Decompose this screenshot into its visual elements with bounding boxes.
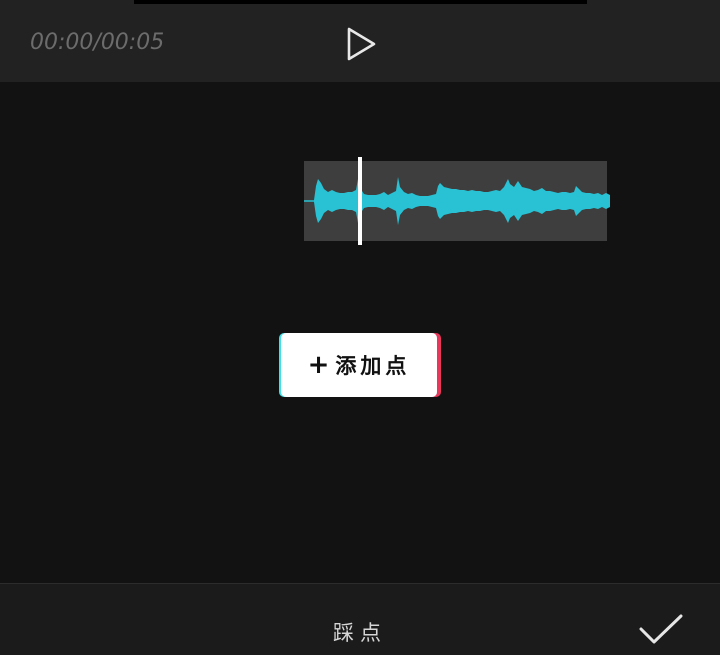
play-icon — [347, 27, 376, 61]
player-bar: 00:00/00:05 — [0, 0, 720, 82]
playhead[interactable] — [358, 157, 362, 245]
beat-editor-screen: 00:00/00:05 + 添加点 踩点 — [0, 0, 720, 655]
audio-waveform — [304, 177, 610, 225]
confirm-button[interactable] — [638, 612, 684, 648]
time-display: 00:00/00:05 — [30, 30, 165, 55]
panel-title: 踩点 — [333, 621, 387, 645]
play-button[interactable] — [340, 24, 382, 64]
add-point-label: 添加点 — [335, 354, 411, 378]
checkmark-icon — [639, 614, 683, 644]
video-preview-edge — [134, 0, 587, 4]
plus-icon: + — [307, 350, 330, 380]
add-point-face: + 添加点 — [281, 333, 437, 397]
add-point-button[interactable]: + 添加点 — [279, 333, 441, 397]
